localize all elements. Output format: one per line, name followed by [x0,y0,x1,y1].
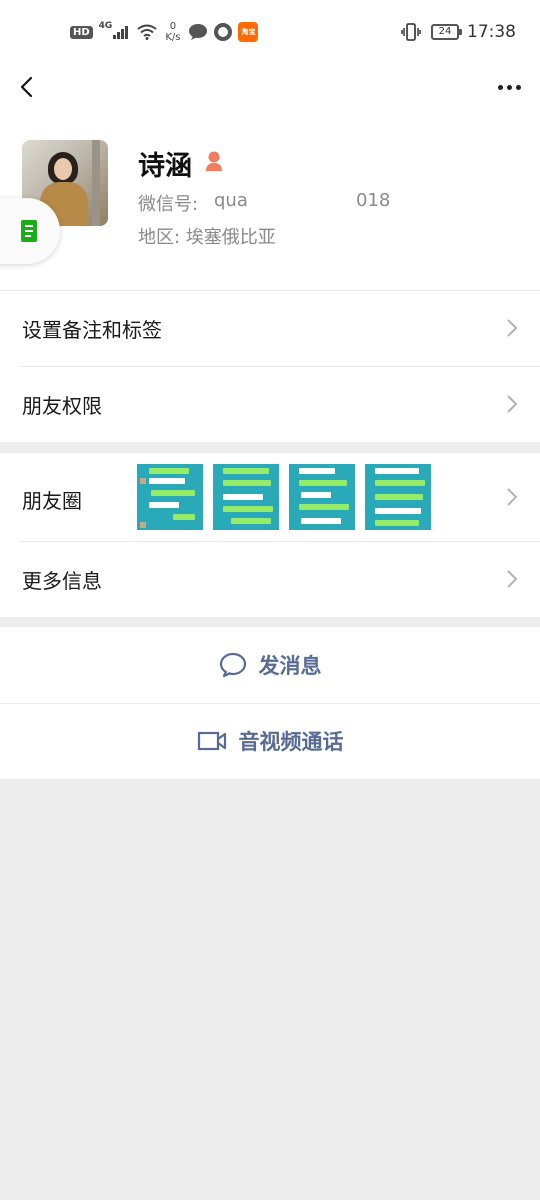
remark-tags-label: 设置备注和标签 [22,318,162,342]
more-info-label: 更多信息 [22,569,102,593]
chevron-right-icon [507,319,518,337]
moments-thumbnail [289,464,355,530]
moments-label: 朋友圈 [22,489,82,513]
nav-bar [0,64,540,110]
chat-bubble-icon [189,24,208,40]
speed-unit: K/s [165,32,181,43]
network-type: 4G [98,21,113,31]
back-button[interactable] [12,70,46,104]
taobao-icon: 淘宝 [238,22,259,42]
vibrate-icon [401,23,421,41]
status-left: HD 4G 0 K/s 淘宝 [70,18,259,46]
video-call-label: 音视频通话 [238,730,344,754]
moments-thumbnail [137,464,203,530]
moments-thumbnail [365,464,431,530]
send-message-button[interactable]: 发消息 [0,627,540,703]
status-right: 24 17:38 [401,18,516,46]
wechat-id-value: qua [214,190,248,211]
moments-thumbnail [213,464,279,530]
moments-cell[interactable]: 朋友圈 [0,453,540,541]
send-message-label: 发消息 [258,654,322,678]
wechat-id-row: 微信号: qua 018 [138,190,391,215]
note-icon [21,220,37,242]
chat-bubble-icon [219,652,246,678]
more-dot [515,84,521,90]
settings-group: 设置备注和标签 朋友权限 [0,290,540,442]
network-speed: 0 K/s [165,21,180,43]
wifi-icon [137,24,157,40]
signal-icon [113,25,129,39]
chevron-right-icon [507,488,518,506]
more-info-cell[interactable]: 更多信息 [0,541,540,617]
profile-name: 诗涵 [138,151,192,182]
video-camera-icon [197,731,226,751]
profile-header: 诗涵 微信号: qua 018 地区: 埃塞俄比亚 [0,110,540,290]
hd-badge: HD [70,25,93,39]
region-value: 埃塞俄比亚 [185,227,276,248]
person-icon [206,151,222,171]
region-row: 地区: 埃塞俄比亚 [138,223,276,249]
chevron-left-icon [20,76,33,98]
chevron-right-icon [507,570,518,588]
clock: 17:38 [467,22,516,42]
friend-permissions-label: 朋友权限 [22,394,102,418]
app-ring-icon [214,23,233,41]
wechat-id-suffix: 018 [356,190,391,211]
wechat-id-label: 微信号: [138,194,199,215]
moments-thumbnails [137,464,441,530]
remark-tags-cell[interactable]: 设置备注和标签 [0,290,540,366]
friend-permissions-cell[interactable]: 朋友权限 [0,366,540,442]
region-label: 地区: [138,227,181,248]
video-call-button[interactable]: 音视频通话 [0,703,540,779]
speed-value: 0 [169,21,177,32]
more-button[interactable] [492,70,526,104]
info-group: 朋友圈 更多信息 [0,453,540,617]
status-bar: HD 4G 0 K/s 淘宝 24 17:38 [0,0,540,64]
more-dot [506,84,512,90]
battery-icon: 24 [431,24,462,40]
more-dot [497,84,503,90]
chevron-right-icon [507,395,518,413]
